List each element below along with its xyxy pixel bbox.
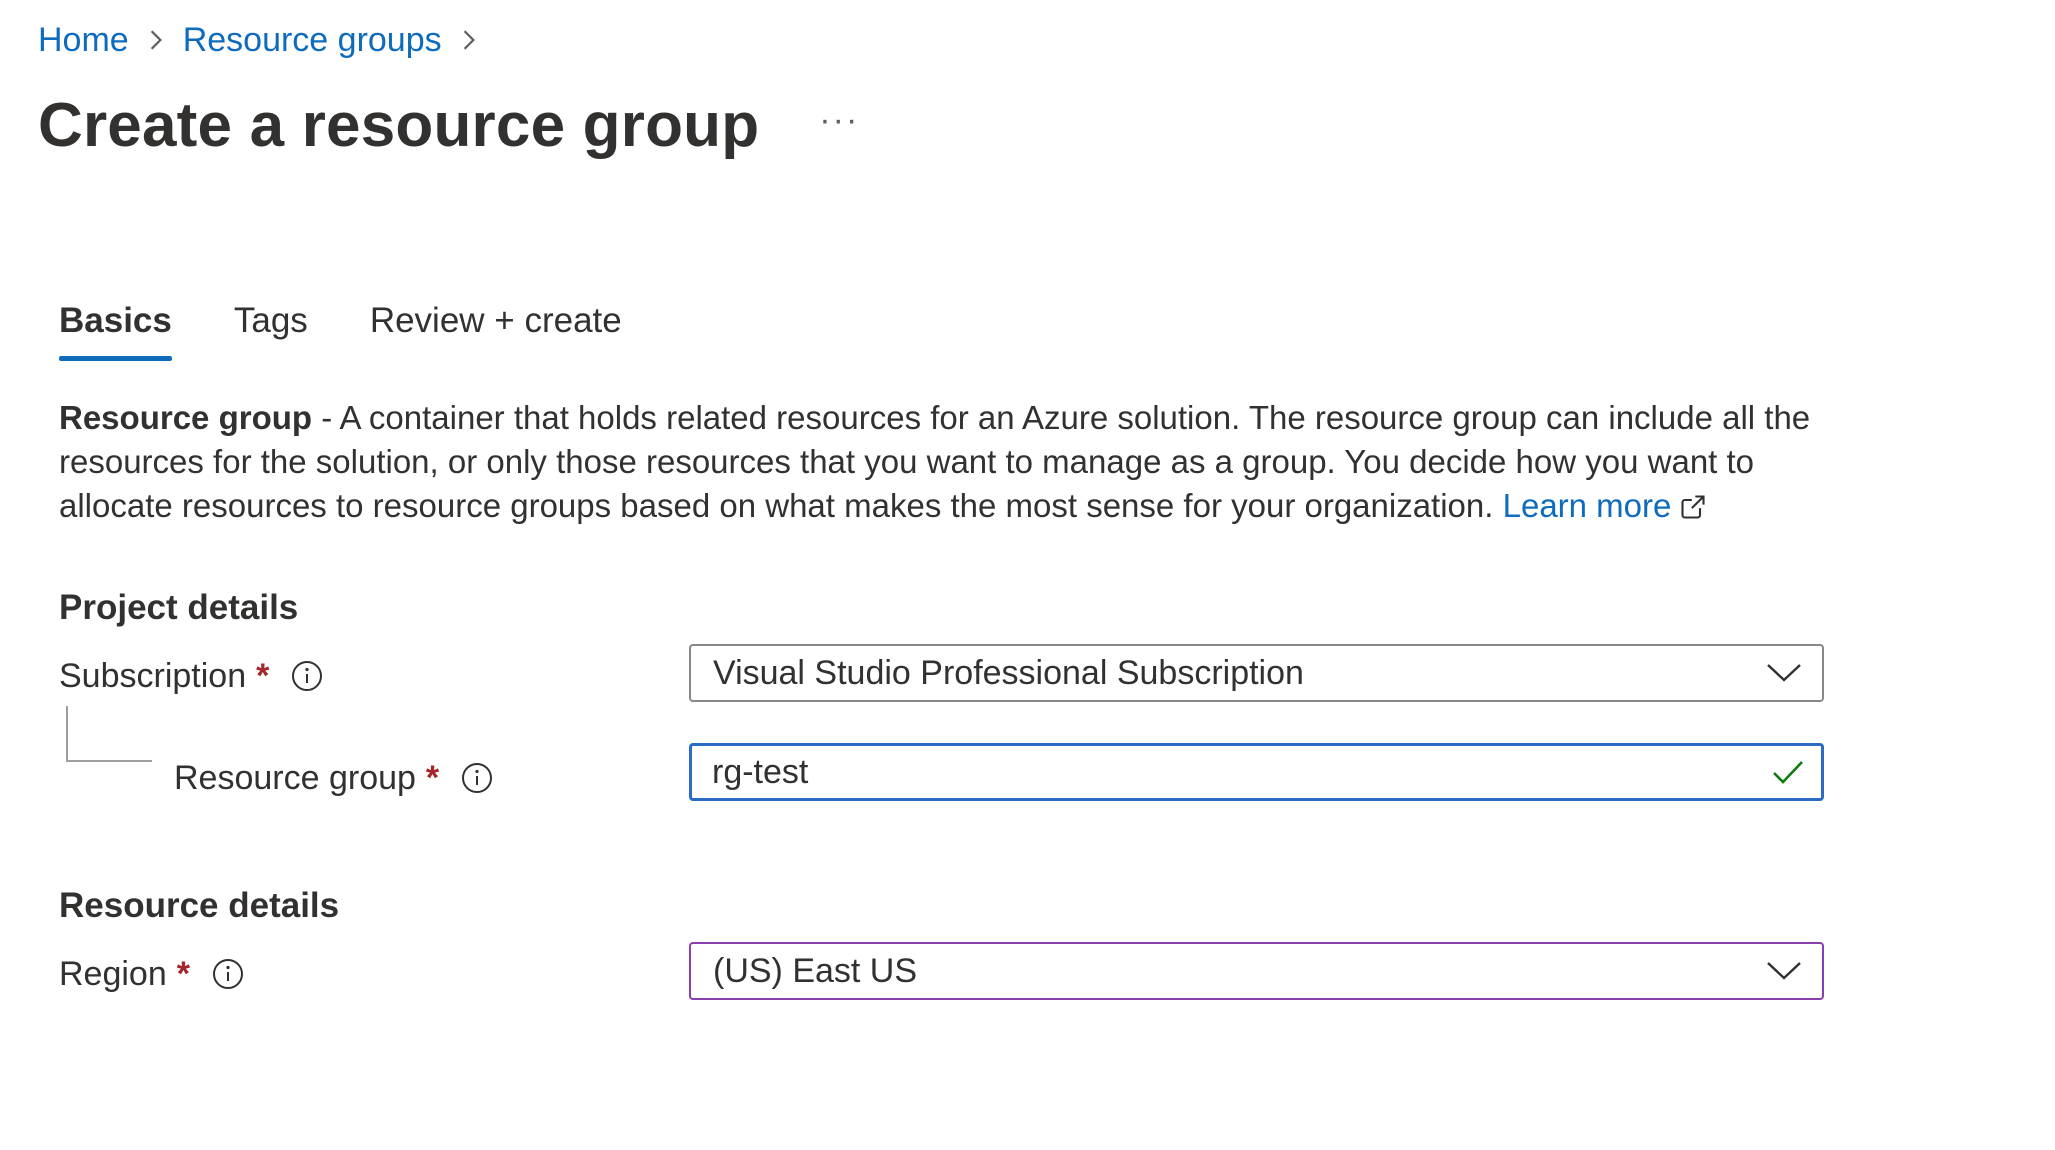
tree-connector	[66, 706, 152, 762]
resource-group-description: Resource group - A container that holds …	[59, 396, 1819, 532]
chevron-down-icon	[1767, 664, 1801, 682]
subscription-selected-value: Visual Studio Professional Subscription	[713, 653, 1304, 692]
chevron-down-icon	[1767, 962, 1801, 980]
create-resource-group-page: Home Resource groups Create a resource g…	[0, 0, 2055, 1150]
external-link-icon[interactable]	[1679, 488, 1707, 532]
subscription-dropdown[interactable]: Visual Studio Professional Subscription	[689, 644, 1824, 702]
subscription-label: Subscription *	[59, 653, 323, 699]
learn-more-link[interactable]: Learn more	[1503, 487, 1672, 524]
tab-basics[interactable]: Basics	[59, 295, 172, 361]
breadcrumb-home-link[interactable]: Home	[38, 16, 129, 64]
project-details-heading: Project details	[59, 588, 299, 627]
page-title: Create a resource group	[38, 91, 760, 160]
info-icon[interactable]	[291, 660, 323, 692]
page-header: Create a resource group ···	[38, 86, 859, 166]
required-indicator: *	[176, 955, 190, 993]
region-dropdown[interactable]: (US) East US	[689, 942, 1824, 1000]
checkmark-icon	[1773, 761, 1803, 784]
tab-bar: Basics Tags Review + create	[59, 295, 684, 361]
tab-tags[interactable]: Tags	[234, 295, 308, 347]
region-label-text: Region	[59, 955, 167, 993]
required-indicator: *	[256, 657, 270, 695]
subscription-label-text: Subscription	[59, 657, 247, 695]
breadcrumb: Home Resource groups	[38, 16, 496, 64]
description-term: Resource group	[59, 399, 313, 436]
chevron-right-icon	[458, 29, 480, 51]
resource-group-input-box[interactable]	[689, 743, 1824, 801]
info-icon[interactable]	[461, 762, 493, 794]
resource-group-label-text: Resource group	[174, 759, 416, 797]
info-icon[interactable]	[212, 958, 244, 990]
tab-review-create[interactable]: Review + create	[370, 295, 622, 347]
region-label: Region *	[59, 951, 244, 997]
required-indicator: *	[425, 759, 440, 797]
breadcrumb-resource-groups-link[interactable]: Resource groups	[183, 16, 442, 64]
resource-group-label: Resource group *	[174, 755, 493, 801]
resource-details-heading: Resource details	[59, 886, 340, 925]
region-selected-value: (US) East US	[713, 951, 918, 990]
more-options-button[interactable]: ···	[819, 102, 859, 138]
chevron-right-icon	[145, 29, 167, 51]
resource-group-input[interactable]	[692, 751, 1771, 793]
